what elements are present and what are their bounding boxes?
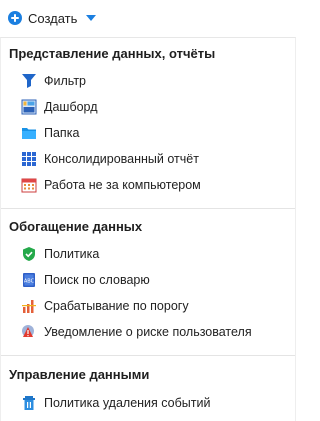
create-menu: Представление данных, отчёты Фильтр Дашб… [0, 37, 296, 421]
svg-text:ABC: ABC [24, 279, 35, 285]
menu-item-label: Фильтр [44, 74, 86, 88]
calendar-icon [21, 177, 37, 193]
user-risk-warning-icon [21, 324, 37, 340]
menu-item-threshold-trigger[interactable]: Срабатывание по порогу [21, 295, 189, 317]
menu-item-label: Срабатывание по порогу [44, 299, 189, 313]
create-label: Создать [28, 10, 78, 26]
menu-item-folder[interactable]: Папка [21, 122, 79, 144]
menu-item-label: Папка [44, 126, 80, 140]
menu-item-label: Поиск по словарю [44, 273, 150, 287]
consolidated-report-icon [21, 151, 37, 167]
menu-item-dictionary-search[interactable]: ABC Поиск по словарю [21, 269, 150, 291]
filter-icon [21, 73, 37, 89]
menu-item-label: Дашборд [44, 100, 98, 114]
folder-icon [21, 125, 37, 141]
section-title: Представление данных, отчёты [9, 46, 216, 61]
menu-item-label: Политика [44, 247, 100, 261]
chevron-down-icon [86, 15, 97, 21]
menu-item-label: Уведомление о риске пользователя [44, 325, 252, 339]
menu-item-label: Работа не за компьютером [44, 178, 201, 192]
threshold-chart-icon [21, 298, 37, 314]
menu-item-policy[interactable]: Политика [21, 243, 99, 265]
menu-item-dashboard[interactable]: Дашборд [21, 96, 98, 118]
section-title: Управление данными [9, 367, 150, 382]
menu-item-consolidated-report[interactable]: Консолидированный отчёт [21, 148, 199, 170]
dictionary-icon: ABC [21, 272, 37, 288]
plus-icon [8, 11, 22, 25]
section-divider [1, 208, 295, 209]
create-button[interactable]: Создать [8, 7, 97, 29]
menu-item-filter[interactable]: Фильтр [21, 70, 86, 92]
menu-item-user-risk-notification[interactable]: Уведомление о риске пользователя [21, 321, 252, 343]
shield-check-icon [21, 246, 37, 262]
section-divider [1, 355, 295, 356]
section-title: Обогащение данных [9, 219, 143, 234]
menu-item-offline-work[interactable]: Работа не за компьютером [21, 174, 201, 196]
delete-policy-icon [21, 395, 37, 411]
menu-item-event-deletion-policy[interactable]: Политика удаления событий [21, 392, 210, 414]
menu-item-label: Консолидированный отчёт [44, 152, 199, 166]
dashboard-icon [21, 99, 37, 115]
menu-item-label: Политика удаления событий [44, 396, 211, 410]
